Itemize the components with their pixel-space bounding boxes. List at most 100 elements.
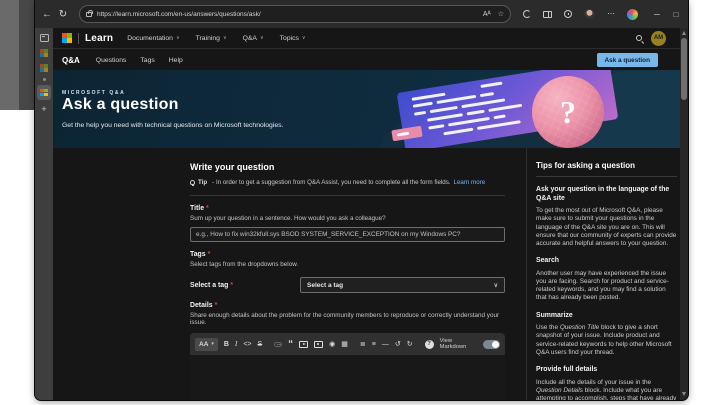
search-icon[interactable] <box>636 35 642 41</box>
qa-link-questions[interactable]: Questions <box>96 57 127 64</box>
user-avatar[interactable]: AM <box>651 31 666 46</box>
image-icon[interactable] <box>314 341 323 348</box>
toolbar-icon-cluster: ⋯ <box>523 9 638 20</box>
video-icon[interactable] <box>299 341 308 348</box>
undo-icon[interactable]: ↺ <box>395 341 401 348</box>
ordered-list-icon[interactable]: ≣ <box>360 341 366 348</box>
tip-label: Tip <box>198 179 207 186</box>
scroll-down-arrow[interactable] <box>682 392 686 396</box>
browser-essentials-icon[interactable] <box>523 10 531 18</box>
background-window-outer-strip <box>0 0 19 110</box>
italic-icon[interactable]: I <box>235 341 237 348</box>
url-text[interactable]: https://learn.microsoft.com/en-us/answer… <box>97 11 476 18</box>
active-tab-microsoft[interactable] <box>37 85 51 100</box>
link-glyph <box>274 342 282 347</box>
nav-training[interactable]: Training∨ <box>196 35 227 42</box>
question-mark-sphere: ? <box>532 76 604 148</box>
tips-section-title: Search <box>536 257 677 266</box>
details-field-helper: Share enough details about the problem f… <box>190 312 505 326</box>
qa-link-help[interactable]: Help <box>169 57 183 64</box>
view-markdown-toggle[interactable] <box>483 340 500 349</box>
restore-button[interactable]: □ <box>671 10 681 19</box>
details-editor: AA▾ B I <> S “ ◉ ▦ ≣ ≡ <box>190 333 505 400</box>
nav-documentation[interactable]: Documentation∨ <box>127 35 179 42</box>
code-icon[interactable]: <> <box>243 341 251 348</box>
required-asterisk: * <box>215 302 218 309</box>
settings-more-icon[interactable]: ⋯ <box>607 10 615 18</box>
tab-dim-indicator <box>35 78 53 81</box>
body-text-italic: Question Title <box>560 324 599 331</box>
title-input[interactable] <box>190 227 505 242</box>
tips-section-title: Summarize <box>536 312 677 321</box>
chevron-down-icon: ∨ <box>260 35 264 41</box>
ask-a-question-button[interactable]: Ask a question <box>597 53 658 67</box>
tips-sidebar: Tips for asking a question Ask your ques… <box>526 148 677 400</box>
tags-field-label: Tags* <box>190 251 505 258</box>
question-mark: ? <box>560 94 576 131</box>
select-tag-label: Select a tag* <box>190 282 300 289</box>
scrollbar-thumb[interactable] <box>681 38 687 100</box>
edge-browser-window: ← ↻ https://learn.microsoft.com/en-us/an… <box>35 0 688 400</box>
hero-banner: ? MICROSOFT Q&A Ask a question Get the h… <box>53 70 680 148</box>
horizontal-rule-icon[interactable]: — <box>382 341 389 348</box>
form-divider <box>190 195 505 196</box>
tab-microsoft-2[interactable] <box>35 64 53 72</box>
quote-icon[interactable]: “ <box>288 341 293 348</box>
tab-search-icon[interactable] <box>35 34 53 42</box>
label-text: Select a tag <box>190 282 228 289</box>
read-aloud-icon[interactable]: Aᴬ <box>483 11 491 18</box>
video-glyph <box>299 341 308 348</box>
browser-toolbar: ← ↻ https://learn.microsoft.com/en-us/an… <box>35 0 688 28</box>
chevron-down-icon: ∨ <box>494 282 498 289</box>
body-text: Use the <box>536 324 560 331</box>
required-asterisk: * <box>206 205 209 212</box>
back-icon[interactable]: ← <box>39 9 55 20</box>
tab-search-glyph <box>40 34 49 42</box>
copilot-orb-icon[interactable] <box>627 9 638 20</box>
page-scrollbar[interactable] <box>680 28 688 400</box>
help-icon[interactable]: ? <box>425 340 434 349</box>
profile-avatar-icon[interactable] <box>584 9 595 20</box>
learn-brand[interactable]: Learn <box>85 33 113 44</box>
qa-sub-nav: Q&A Questions Tags Help Ask a question <box>53 50 680 70</box>
link-icon[interactable] <box>274 342 282 347</box>
qa-brand[interactable]: Q&A <box>62 56 80 65</box>
table-icon[interactable]: ▦ <box>341 341 348 348</box>
strikethrough-icon[interactable]: S <box>258 341 263 348</box>
tag-select-dropdown[interactable]: Select a tag ∨ <box>300 277 505 293</box>
page-title: Ask a question <box>62 96 179 114</box>
preview-eye-icon[interactable]: ◉ <box>329 341 335 348</box>
header-right: AM <box>636 31 666 46</box>
history-icon[interactable] <box>564 10 572 18</box>
bold-icon[interactable]: B <box>224 341 229 348</box>
tag-select-row: Select a tag* Select a tag ∨ <box>190 277 505 293</box>
editor-toolbar: AA▾ B I <> S “ ◉ ▦ ≣ ≡ <box>190 333 505 355</box>
chevron-down-icon: ∨ <box>176 35 180 41</box>
new-tab-button[interactable]: + <box>35 105 53 114</box>
learn-more-link[interactable]: Learn more <box>454 179 486 186</box>
unordered-list-icon[interactable]: ≡ <box>372 341 376 348</box>
label-text: Tags <box>190 251 206 258</box>
microsoft-logo-icon <box>40 89 48 97</box>
details-textarea[interactable] <box>190 355 505 400</box>
qa-link-tags[interactable]: Tags <box>140 57 154 64</box>
learn-top-nav: Documentation∨ Training∨ Q&A∨ Topics∨ <box>127 35 305 42</box>
background-window-inner-strip <box>19 0 35 110</box>
nav-topics[interactable]: Topics∨ <box>280 35 306 42</box>
tips-section-body: Use the Question Title block to give a s… <box>536 324 677 357</box>
text-style-icon[interactable]: AA▾ <box>195 338 218 351</box>
favorite-star-icon[interactable]: ☆ <box>498 10 504 18</box>
nav-qna[interactable]: Q&A∨ <box>243 35 264 42</box>
nav-label: Topics <box>280 35 299 42</box>
refresh-icon[interactable]: ↻ <box>55 9 71 20</box>
split-screen-icon[interactable] <box>543 11 552 18</box>
redo-icon[interactable]: ↻ <box>407 341 413 348</box>
tips-section-body: Another user may have experienced the is… <box>536 270 677 303</box>
title-field-helper: Sum up your question in a sentence. How … <box>190 215 505 222</box>
scroll-up-arrow[interactable] <box>682 31 686 35</box>
chevron-down-icon: ∨ <box>302 35 306 41</box>
microsoft-logo-icon[interactable] <box>62 33 72 43</box>
tab-microsoft-1[interactable] <box>35 49 53 57</box>
address-bar[interactable]: https://learn.microsoft.com/en-us/answer… <box>79 5 511 23</box>
minimize-button[interactable]: ─ <box>652 10 662 19</box>
